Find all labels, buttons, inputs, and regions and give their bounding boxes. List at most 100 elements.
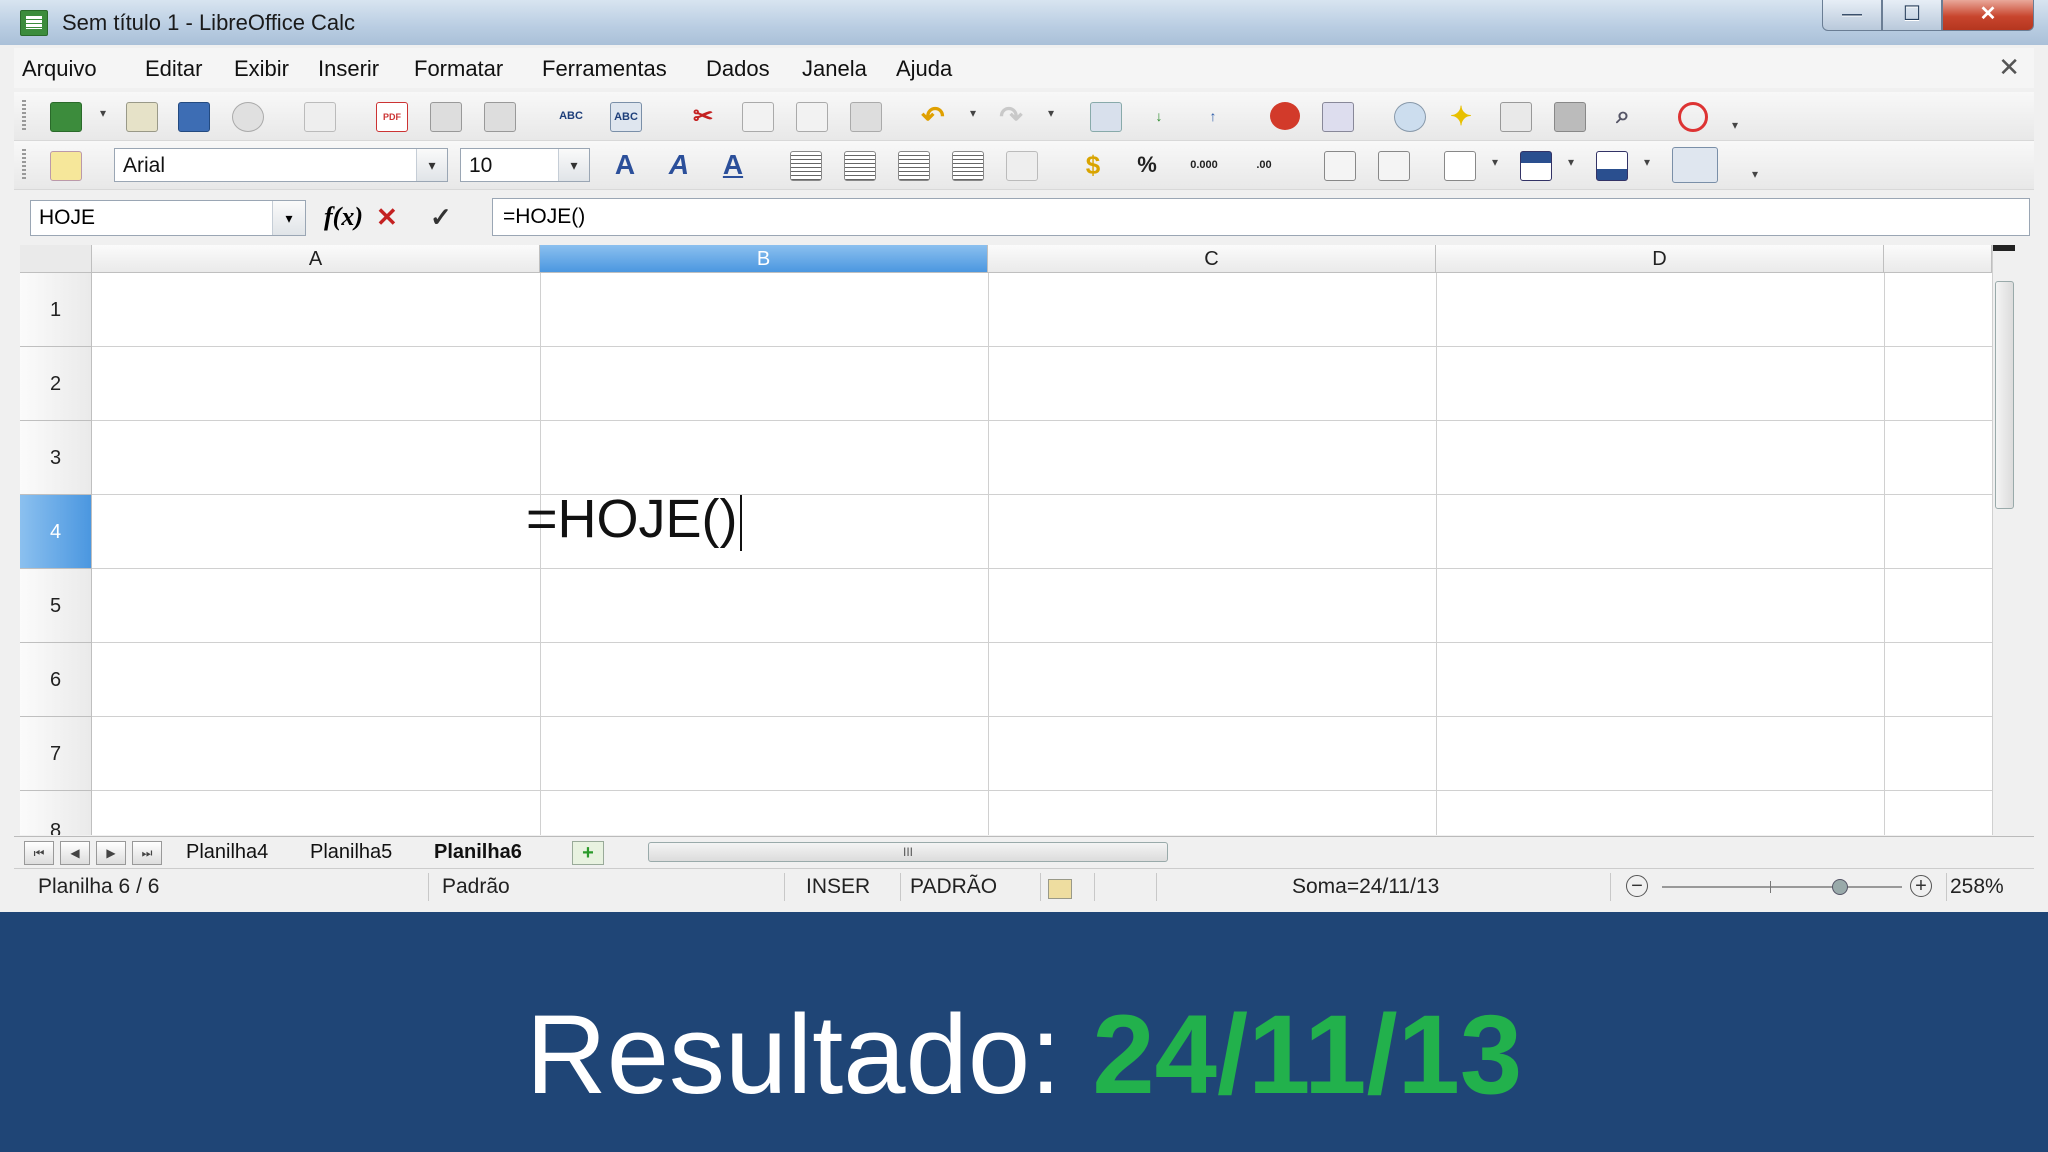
- chevron-down-icon[interactable]: ▾: [272, 201, 305, 235]
- row-header-5[interactable]: 5: [20, 569, 92, 643]
- vertical-scrollbar[interactable]: [1992, 245, 2015, 835]
- new-dropdown-icon[interactable]: ▾: [100, 106, 110, 120]
- increase-indent-icon[interactable]: [1378, 151, 1410, 181]
- zoom-icon[interactable]: ⌕: [1608, 102, 1638, 130]
- gallery-icon[interactable]: [1500, 102, 1532, 132]
- align-right-icon[interactable]: [898, 151, 930, 181]
- chevron-down-icon[interactable]: ▾: [558, 149, 589, 181]
- column-header-e[interactable]: [1884, 245, 1992, 273]
- font-color-dropdown-icon[interactable]: ▾: [1644, 155, 1654, 169]
- background-dropdown-icon[interactable]: ▾: [1568, 155, 1578, 169]
- hyperlink-icon[interactable]: [1090, 102, 1122, 132]
- borders-icon[interactable]: [1444, 151, 1476, 181]
- menu-ferramentas[interactable]: Ferramentas: [542, 56, 667, 82]
- export-pdf-icon[interactable]: PDF: [376, 102, 408, 132]
- redo-dropdown-icon[interactable]: ▾: [1048, 106, 1058, 120]
- bold-icon[interactable]: A: [610, 149, 640, 180]
- column-header-c[interactable]: C: [988, 245, 1436, 273]
- status-page-style[interactable]: Padrão: [442, 875, 510, 899]
- zoom-in-icon[interactable]: +: [1910, 875, 1932, 897]
- prev-sheet-button[interactable]: ◀: [60, 841, 90, 865]
- tab-planilha4[interactable]: Planilha4: [186, 839, 268, 865]
- align-left-icon[interactable]: [790, 151, 822, 181]
- font-color-icon[interactable]: [1596, 151, 1628, 181]
- paste-icon[interactable]: [796, 102, 828, 132]
- row-header-7[interactable]: 7: [20, 717, 92, 791]
- spellcheck-icon[interactable]: ABC: [556, 102, 586, 130]
- horizontal-scroll-thumb[interactable]: III: [648, 842, 1168, 862]
- toolbar-overflow-icon[interactable]: ▾: [1732, 118, 1742, 132]
- add-sheet-icon[interactable]: +: [572, 841, 604, 865]
- close-document-icon[interactable]: ✕: [1998, 52, 2020, 83]
- redo-icon[interactable]: ↷: [996, 101, 1026, 132]
- italic-icon[interactable]: A: [664, 149, 694, 180]
- undo-dropdown-icon[interactable]: ▾: [970, 106, 980, 120]
- zoom-slider[interactable]: [1662, 886, 1902, 888]
- undo-icon[interactable]: ↶: [918, 101, 948, 132]
- menu-formatar[interactable]: Formatar: [414, 56, 503, 82]
- menu-janela[interactable]: Janela: [802, 56, 867, 82]
- merge-cells-icon[interactable]: [1006, 151, 1038, 181]
- spreadsheet-grid[interactable]: A B C D 1 2 3 4 5 6 7 8: [20, 245, 1992, 835]
- navigator-icon[interactable]: ✦: [1446, 101, 1476, 131]
- last-sheet-button[interactable]: ⏭: [132, 841, 162, 865]
- cancel-icon[interactable]: ✕: [376, 202, 398, 233]
- next-sheet-button[interactable]: ▶: [96, 841, 126, 865]
- status-selection-mode[interactable]: PADRÃO: [910, 875, 997, 899]
- menu-editar[interactable]: Editar: [145, 56, 202, 82]
- column-header-a[interactable]: A: [92, 245, 540, 273]
- minimize-button[interactable]: —: [1822, 0, 1882, 31]
- active-cell-b4[interactable]: =HOJE(): [526, 488, 742, 551]
- toggle-grid-icon[interactable]: [1672, 147, 1718, 183]
- row-header-2[interactable]: 2: [20, 347, 92, 421]
- row-header-8[interactable]: 8: [20, 791, 92, 835]
- menu-dados[interactable]: Dados: [706, 56, 770, 82]
- formula-input[interactable]: =HOJE(): [492, 198, 2030, 236]
- styles-formatting-icon[interactable]: [50, 151, 82, 181]
- sort-descending-icon[interactable]: ↑: [1198, 102, 1228, 130]
- row-header-1[interactable]: 1: [20, 273, 92, 347]
- print-icon[interactable]: [430, 102, 462, 132]
- autospellcheck-icon[interactable]: ABC: [610, 102, 642, 132]
- open-icon[interactable]: [126, 102, 158, 132]
- clone-formatting-icon[interactable]: [850, 102, 882, 132]
- toolbar-grip[interactable]: [22, 149, 26, 181]
- vertical-scroll-thumb[interactable]: [1995, 281, 2014, 509]
- menu-arquivo[interactable]: Arquivo: [22, 56, 97, 82]
- font-name-combo[interactable]: Arial ▾: [114, 148, 448, 182]
- row-header-6[interactable]: 6: [20, 643, 92, 717]
- menu-exibir[interactable]: Exibir: [234, 56, 289, 82]
- align-center-icon[interactable]: [844, 151, 876, 181]
- cut-icon[interactable]: ✂: [688, 102, 718, 130]
- status-insert-mode[interactable]: INSER: [806, 875, 870, 899]
- menu-ajuda[interactable]: Ajuda: [896, 56, 952, 82]
- toolbar-overflow-icon[interactable]: ▾: [1752, 167, 1762, 181]
- add-decimal-icon[interactable]: .00: [1246, 151, 1282, 179]
- edit-file-icon[interactable]: [304, 102, 336, 132]
- help-icon[interactable]: [1678, 102, 1708, 132]
- pivot-table-icon[interactable]: [1322, 102, 1354, 132]
- percent-format-icon[interactable]: %: [1132, 151, 1162, 179]
- new-document-icon[interactable]: [50, 102, 82, 132]
- row-header-3[interactable]: 3: [20, 421, 92, 495]
- horizontal-scrollbar[interactable]: III: [634, 841, 1984, 863]
- status-zoom-level[interactable]: 258%: [1950, 875, 2004, 899]
- status-sum[interactable]: Soma=24/11/13: [1292, 875, 1439, 899]
- underline-icon[interactable]: A: [718, 149, 748, 180]
- sort-ascending-icon[interactable]: ↓: [1144, 102, 1174, 130]
- row-header-4[interactable]: 4: [20, 495, 92, 569]
- first-sheet-button[interactable]: ⏮: [24, 841, 54, 865]
- background-color-icon[interactable]: [1520, 151, 1552, 181]
- standard-format-icon[interactable]: 0.000: [1184, 151, 1224, 179]
- borders-dropdown-icon[interactable]: ▾: [1492, 155, 1502, 169]
- name-box[interactable]: HOJE ▾: [30, 200, 306, 236]
- currency-format-icon[interactable]: $: [1078, 150, 1108, 180]
- column-header-b[interactable]: B: [540, 245, 988, 273]
- justify-icon[interactable]: [952, 151, 984, 181]
- close-button[interactable]: ✕: [1942, 0, 2034, 31]
- accept-icon[interactable]: ✓: [430, 202, 452, 233]
- data-sources-icon[interactable]: [1554, 102, 1586, 132]
- menu-inserir[interactable]: Inserir: [318, 56, 379, 82]
- tab-planilha6[interactable]: Planilha6: [434, 839, 522, 865]
- zoom-out-icon[interactable]: −: [1626, 875, 1648, 897]
